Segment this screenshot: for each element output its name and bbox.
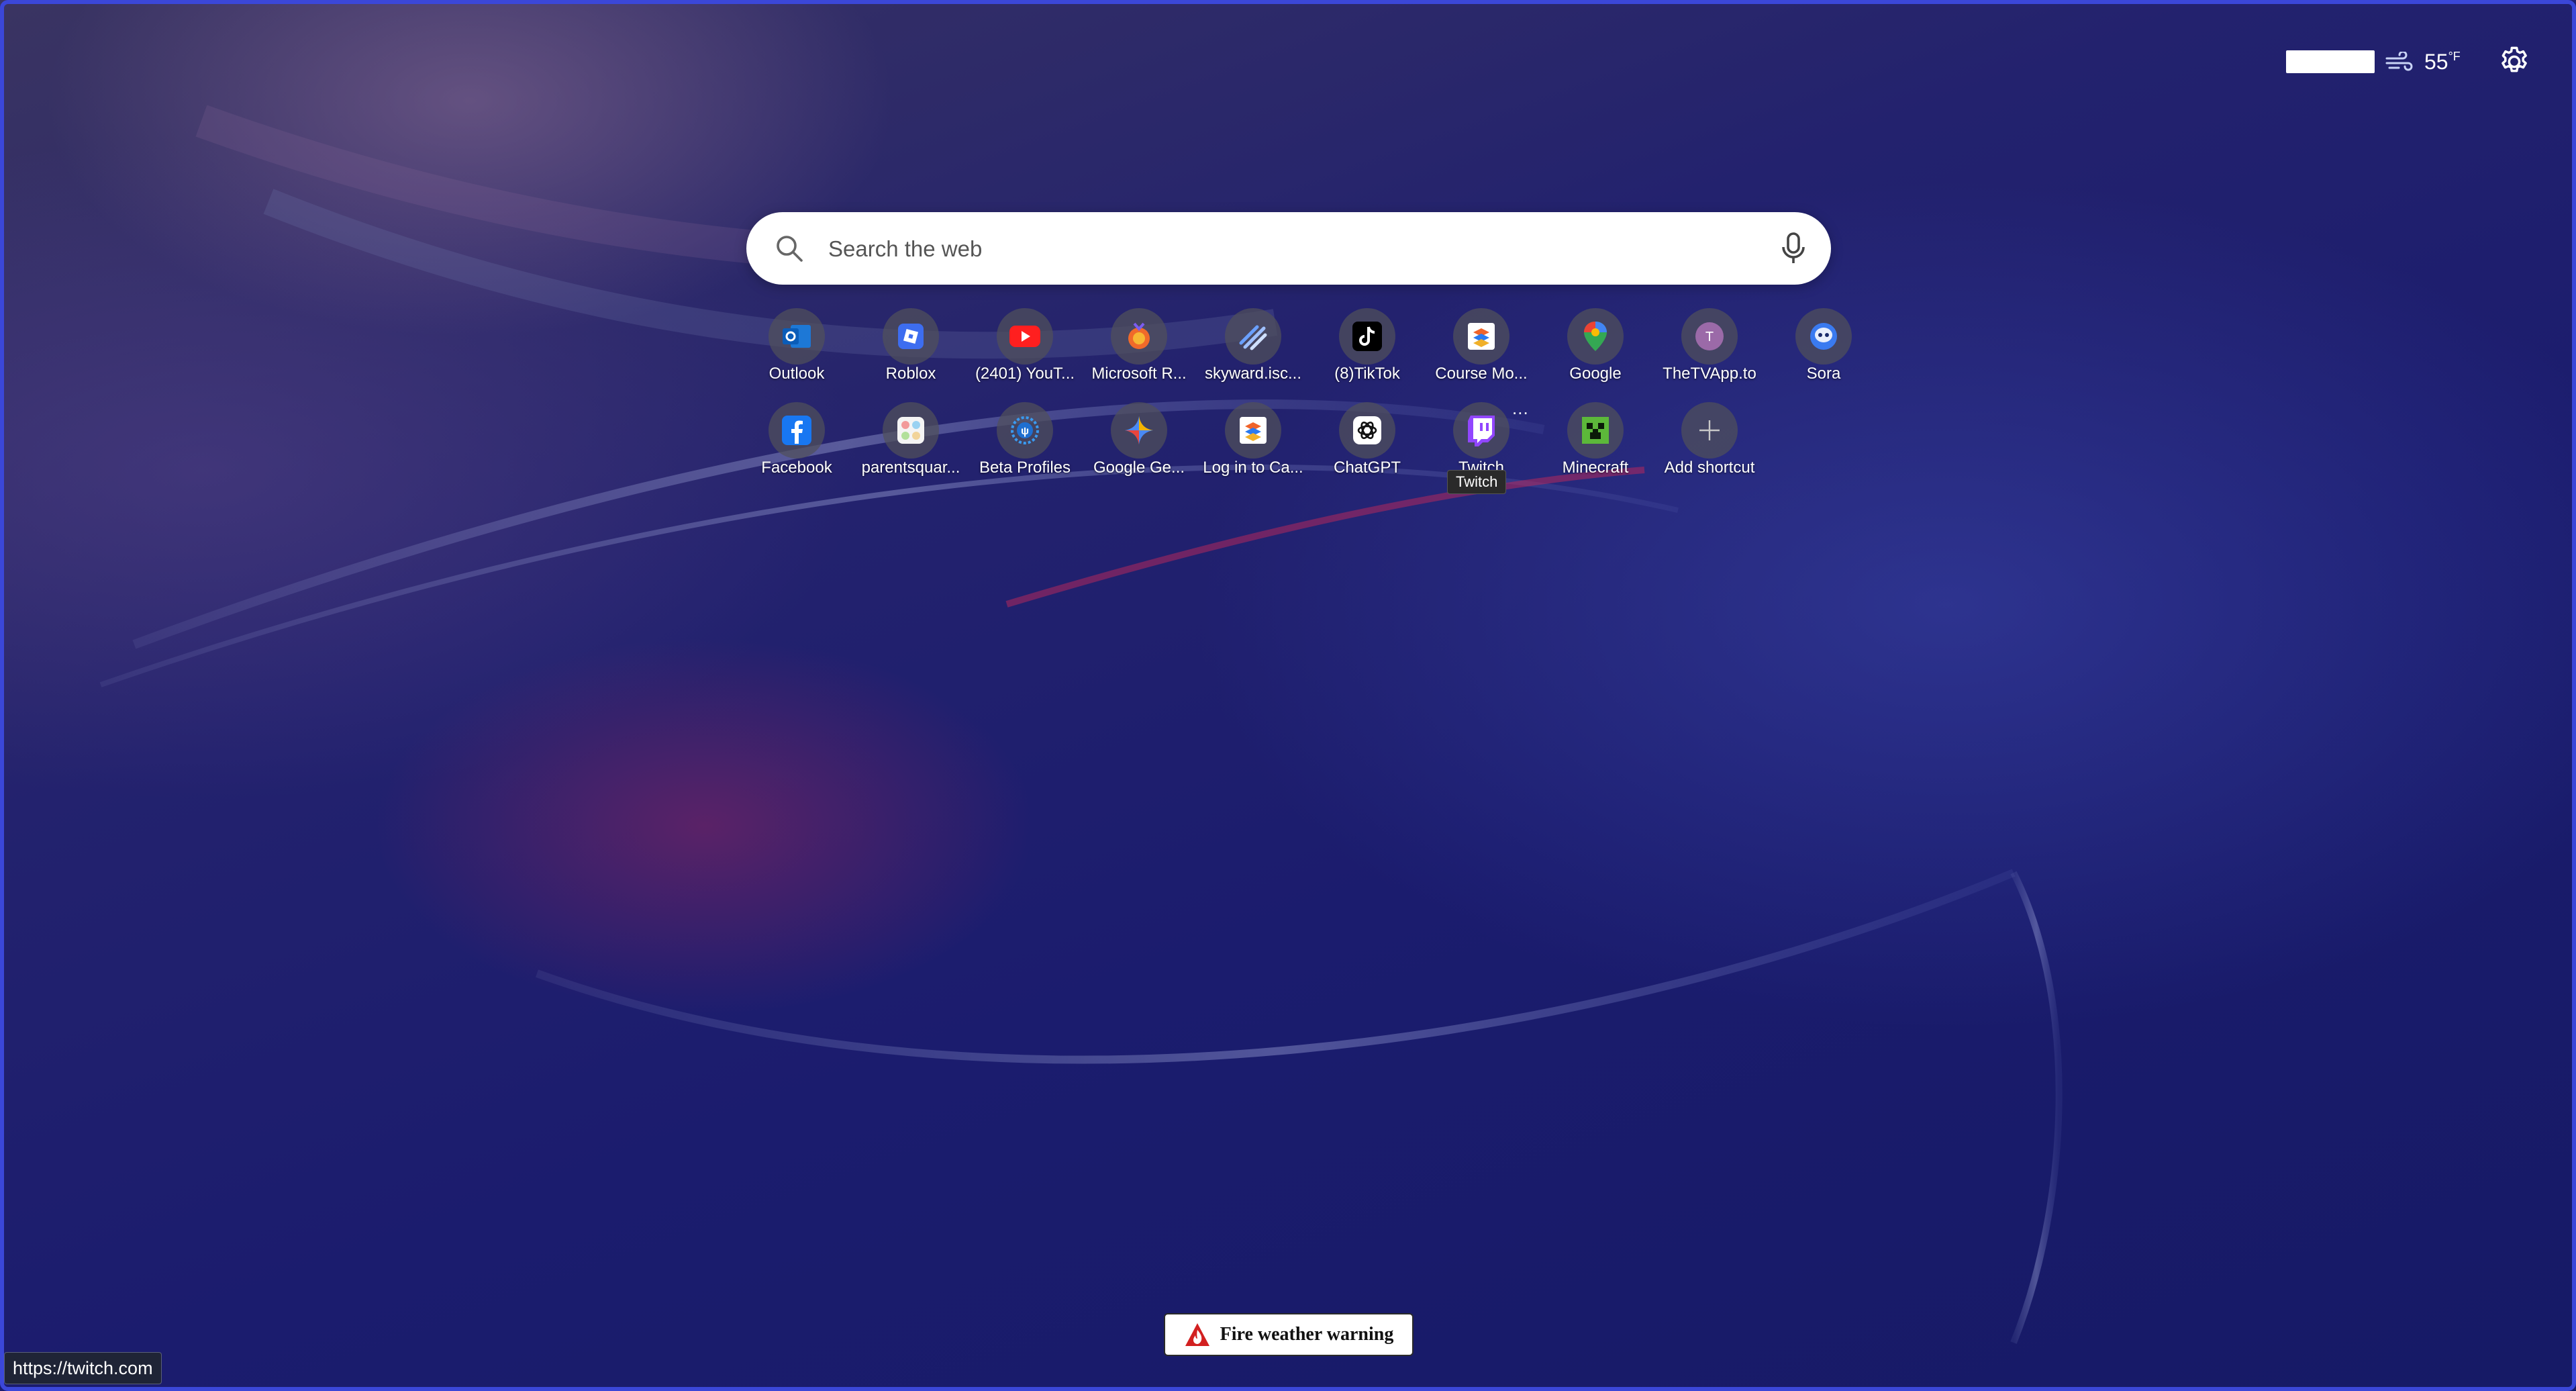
shortcut-chatgpt[interactable]: ChatGPT [1310, 399, 1424, 493]
canvas-icon [1240, 417, 1267, 444]
shortcut-icon-box [769, 308, 825, 365]
shortcut-icon-box [883, 308, 939, 365]
temperature-unit: °F [2448, 49, 2461, 63]
roblox-icon [898, 324, 924, 349]
youtube-icon [1009, 326, 1040, 347]
shortcut-label: Microsoft R... [1091, 365, 1187, 383]
skyward-icon [1239, 325, 1267, 350]
shortcut-icon-box [1567, 308, 1624, 365]
chatgpt-icon [1353, 416, 1381, 444]
add-shortcut-button[interactable]: Add shortcut [1652, 399, 1767, 493]
shortcut-microsoft-rewards[interactable]: Microsoft R... [1082, 305, 1196, 399]
shortcut-outlook[interactable]: Outlook [740, 305, 854, 399]
alert-text: Fire weather warning [1220, 1324, 1394, 1345]
temperature-value: 55 [2424, 49, 2448, 74]
minecraft-icon [1582, 417, 1609, 444]
shortcut-label: Beta Profiles [979, 459, 1071, 477]
shortcut-icon-box [1453, 402, 1509, 459]
sora-icon [1810, 323, 1837, 350]
shortcut-log-in-to-canvas[interactable]: Log in to Ca... [1196, 399, 1310, 493]
shortcut-tiktok[interactable]: (8)TikTok [1310, 305, 1424, 399]
gemini-icon [1125, 416, 1153, 444]
plus-icon [1699, 420, 1720, 440]
shortcut-icon-box [1795, 308, 1852, 365]
weather-alert-button[interactable]: Fire weather warning [1164, 1313, 1414, 1356]
shortcut-label: Course Mo... [1435, 365, 1528, 383]
microsoft-rewards-icon [1128, 322, 1150, 349]
shortcut-icon-box: T [1681, 308, 1738, 365]
google-maps-icon [1584, 322, 1607, 351]
shortcut-label: Facebook [761, 459, 832, 477]
beta-profiles-icon: ψ [1011, 416, 1039, 444]
location-label-redacted [2286, 50, 2375, 73]
search-icon [777, 236, 803, 262]
facebook-icon [782, 416, 811, 445]
canvas-icon [1468, 323, 1495, 350]
shortcut-google-gemini[interactable]: Google Ge... [1082, 399, 1196, 493]
shortcut-label: parentsquar... [861, 459, 960, 477]
parentsquare-icon [897, 417, 924, 444]
shortcut-icon-box [1225, 402, 1281, 459]
weather-widget[interactable]: 55°F [2286, 48, 2461, 75]
shortcut-label: (8)TikTok [1334, 365, 1400, 383]
letter-t-icon: T [1695, 322, 1724, 350]
shortcut-google[interactable]: Google [1538, 305, 1652, 399]
shortcut-youtube[interactable]: (2401) YouT... [968, 305, 1082, 399]
shortcut-course-mo[interactable]: Course Mo... [1424, 305, 1538, 399]
shortcut-label: TheTVApp.to [1663, 365, 1756, 383]
shortcut-label: Google [1569, 365, 1622, 383]
shortcut-label: Google Ge... [1093, 459, 1185, 477]
letter-t-glyph: T [1705, 330, 1714, 344]
shortcut-label: Roblox [885, 365, 936, 383]
wind-icon [2385, 52, 2413, 71]
shortcut-icon-box [1111, 402, 1167, 459]
shortcut-icon-box [1225, 308, 1281, 365]
shortcut-icon-box [1111, 308, 1167, 365]
search-box[interactable] [746, 212, 1831, 285]
status-bar-url: https://twitch.com [4, 1352, 162, 1384]
shortcut-icon-box [1681, 402, 1738, 459]
shortcut-icon-box [1339, 308, 1395, 365]
shortcut-label: skyward.isc... [1204, 365, 1302, 383]
shortcut-facebook[interactable]: Facebook [740, 399, 854, 493]
tooltip: Twitch [1447, 470, 1507, 494]
shortcut-thetvapp[interactable]: T TheTVApp.to [1652, 305, 1767, 399]
shortcut-sora[interactable]: Sora [1767, 305, 1881, 399]
microphone-icon[interactable] [1777, 231, 1810, 266]
shortcut-icon-box [1339, 402, 1395, 459]
shortcut-icon-box [1567, 402, 1624, 459]
fire-warning-icon [1185, 1323, 1209, 1346]
temperature: 55°F [2424, 50, 2461, 75]
shortcut-minecraft[interactable]: Minecraft [1538, 399, 1652, 493]
shortcut-label: Minecraft [1562, 459, 1629, 477]
tiktok-icon [1352, 322, 1382, 351]
twitch-icon [1468, 416, 1495, 446]
shortcut-label: Log in to Ca... [1203, 459, 1303, 477]
wallpaper-streaks [99, 105, 2063, 1344]
shortcut-beta-profiles[interactable]: ψ Beta Profiles [968, 399, 1082, 493]
shortcut-label: Outlook [769, 365, 825, 383]
shortcut-parentsquare[interactable]: parentsquar... [854, 399, 968, 493]
shortcut-icon-box [997, 308, 1053, 365]
shortcut-icon-box: ψ [997, 402, 1053, 459]
shortcut-roblox[interactable]: Roblox [854, 305, 968, 399]
shortcut-label: (2401) YouT... [975, 365, 1075, 383]
gear-icon[interactable] [2497, 44, 2532, 79]
shortcut-label: Sora [1806, 365, 1841, 383]
shortcut-skyward[interactable]: skyward.isc... [1196, 305, 1310, 399]
shortcut-label: ChatGPT [1333, 459, 1401, 477]
search-input[interactable] [827, 230, 1756, 269]
shortcuts-grid: Outlook Roblox (2401) YouT... Microsoft … [740, 305, 1881, 493]
shortcut-icon-box [1453, 308, 1509, 365]
shortcut-icon-box [883, 402, 939, 459]
more-options-icon[interactable]: ... [1512, 398, 1529, 419]
shortcut-icon-box [769, 402, 825, 459]
svg-text:ψ: ψ [1021, 426, 1029, 437]
shortcut-label: Add shortcut [1664, 459, 1755, 477]
outlook-icon [783, 325, 811, 348]
